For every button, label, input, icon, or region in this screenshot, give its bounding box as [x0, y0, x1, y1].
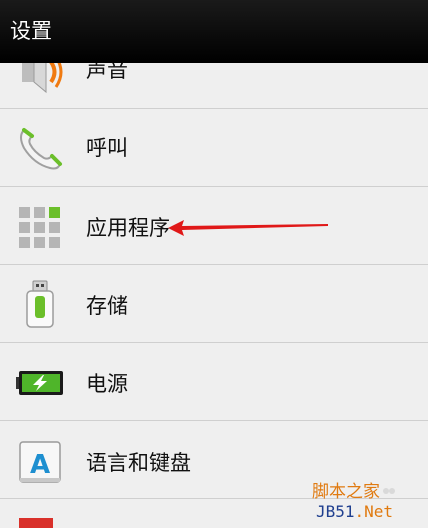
watermark: 脚本之家 JB51.Net [302, 482, 422, 522]
page-title: 设置 [10, 19, 52, 43]
settings-list: 声音 呼叫 应用程序 存储 电源 A 语言和键盘 [0, 0, 428, 528]
settings-item-label: 存储 [86, 294, 128, 318]
annotation-arrow-icon [168, 220, 328, 236]
settings-item-label: 呼叫 [86, 136, 128, 160]
battery-icon [16, 371, 63, 395]
watermark-line2-a: JB51 [316, 502, 355, 521]
settings-item-call[interactable]: 呼叫 [0, 110, 428, 187]
calendar-icon [19, 518, 53, 528]
watermark-line2-b: .Net [354, 502, 394, 521]
keyboard-letter-icon: A [19, 441, 61, 483]
usb-storage-icon [26, 280, 54, 328]
settings-item-storage[interactable]: 存储 [0, 266, 428, 343]
settings-item-label: 电源 [86, 372, 128, 396]
watermark-logo-icon [382, 482, 396, 502]
settings-item-label: 应用程序 [86, 216, 170, 240]
watermark-line1: 脚本之家 [312, 482, 380, 501]
apps-grid-icon [19, 207, 60, 248]
settings-item-power[interactable]: 电源 [0, 344, 428, 421]
svg-text:A: A [30, 450, 50, 480]
phone-icon [20, 128, 62, 170]
title-bar: 设置 [0, 0, 428, 62]
settings-item-label: 语言和键盘 [86, 451, 191, 475]
